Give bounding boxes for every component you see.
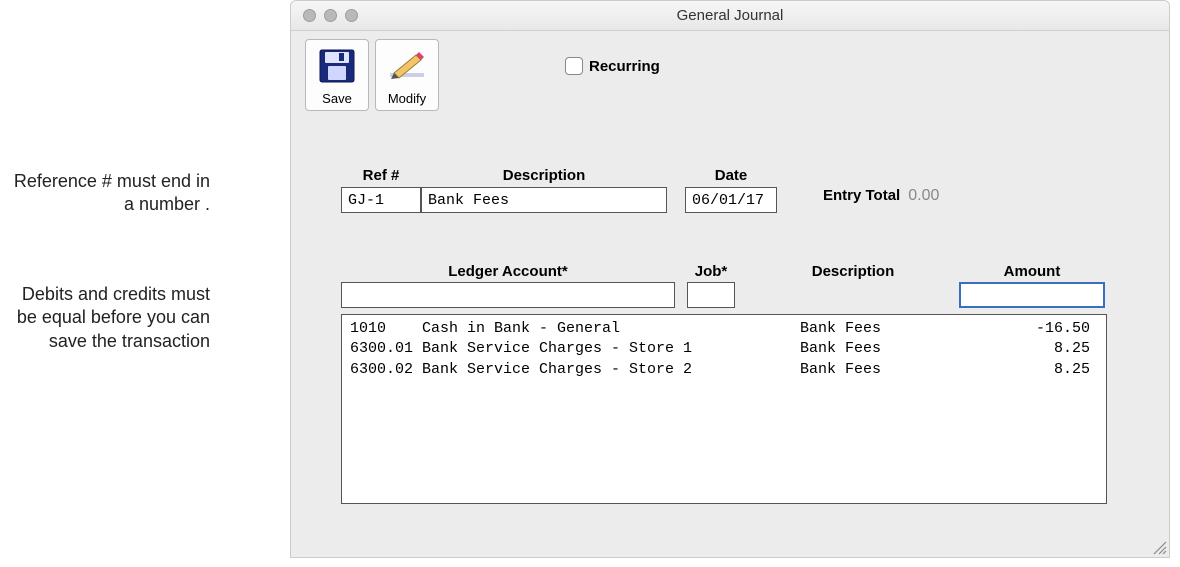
entry-total-label: Entry Total xyxy=(823,187,900,204)
col-header-ledger: Ledger Account* xyxy=(341,263,675,280)
modify-button-label: Modify xyxy=(388,91,426,106)
window-controls xyxy=(303,9,358,22)
cell-description: Bank Fees xyxy=(800,339,1000,359)
cell-job xyxy=(760,360,800,380)
grid-body[interactable]: 1010 Cash in Bank - GeneralBank Fees-16.… xyxy=(341,314,1107,504)
col-header-description: Description xyxy=(747,263,959,280)
ledger-input[interactable] xyxy=(341,282,675,308)
table-row[interactable]: 6300.02 Bank Service Charges - Store 2 Ba… xyxy=(350,360,1098,380)
cell-description: Bank Fees xyxy=(800,319,1000,339)
save-button-label: Save xyxy=(322,91,352,106)
floppy-disk-icon xyxy=(319,40,355,91)
amount-input[interactable] xyxy=(959,282,1105,308)
modify-button[interactable]: Modify xyxy=(375,39,439,111)
zoom-window-button[interactable] xyxy=(345,9,358,22)
job-input[interactable] xyxy=(687,282,735,308)
pencil-icon xyxy=(388,40,426,91)
entry-total: Entry Total 0.00 xyxy=(823,187,939,213)
grid-area: Ledger Account* Job* Description Amount … xyxy=(341,263,1119,504)
annotation-ref: Reference # must end in a number . xyxy=(10,170,210,217)
resize-grip-icon[interactable] xyxy=(1151,539,1167,555)
cell-description: Bank Fees xyxy=(800,360,1000,380)
date-input[interactable] xyxy=(685,187,777,213)
minimize-window-button[interactable] xyxy=(324,9,337,22)
cell-ledger: 6300.01 Bank Service Charges - Store 1 xyxy=(350,339,760,359)
general-journal-window: General Journal Save xyxy=(290,0,1170,558)
cell-amount: -16.50 xyxy=(1000,319,1090,339)
form-area: Ref # Description Date Entry Total 0.00 … xyxy=(291,117,1169,504)
cell-amount: 8.25 xyxy=(1000,339,1090,359)
description-label: Description xyxy=(421,167,667,184)
recurring-checkbox-group: Recurring xyxy=(565,57,660,75)
save-button[interactable]: Save xyxy=(305,39,369,111)
cell-job xyxy=(760,339,800,359)
entry-total-value: 0.00 xyxy=(908,187,939,205)
col-header-amount: Amount xyxy=(959,263,1105,280)
grid-headers: Ledger Account* Job* Description Amount xyxy=(341,263,1119,280)
date-label: Date xyxy=(685,167,777,184)
header-row: Ref # Description Date Entry Total 0.00 xyxy=(341,167,1119,213)
ref-label: Ref # xyxy=(341,167,421,184)
ref-input[interactable] xyxy=(341,187,421,213)
cell-ledger: 6300.02 Bank Service Charges - Store 2 xyxy=(350,360,760,380)
col-header-job: Job* xyxy=(675,263,747,280)
window-title: General Journal xyxy=(291,7,1169,24)
annotation-balance: Debits and credits must be equal before … xyxy=(10,283,210,353)
description-input[interactable] xyxy=(421,187,667,213)
recurring-label: Recurring xyxy=(589,58,660,75)
cell-job xyxy=(760,319,800,339)
cell-amount: 8.25 xyxy=(1000,360,1090,380)
toolbar: Save Modify Recurring xyxy=(291,31,1169,117)
cell-ledger: 1010 Cash in Bank - General xyxy=(350,319,760,339)
recurring-checkbox[interactable] xyxy=(565,57,583,75)
table-row[interactable]: 1010 Cash in Bank - General Bank Fees-16.… xyxy=(350,319,1098,339)
close-window-button[interactable] xyxy=(303,9,316,22)
title-bar: General Journal xyxy=(291,1,1169,31)
grid-input-row xyxy=(341,282,1119,308)
table-row[interactable]: 6300.01 Bank Service Charges - Store 1 Ba… xyxy=(350,339,1098,359)
